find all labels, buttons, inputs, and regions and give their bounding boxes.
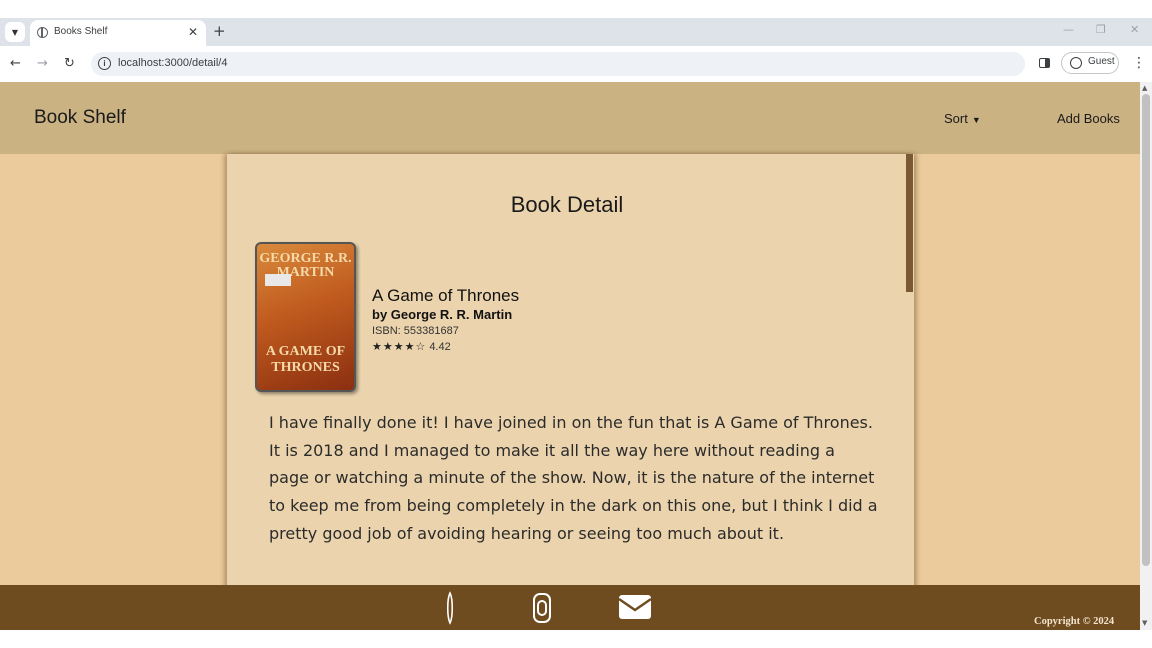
close-tab-icon[interactable]: ✕ [188,25,198,39]
book-cover-image: GEORGE R.R. MARTIN A GAME OF THRONES [255,242,356,392]
url-text: localhost:3000/detail/4 [118,57,228,69]
book-detail-panel: Book Detail GEORGE R.R. MARTIN A GAME OF… [227,154,914,594]
scrollbar-thumb[interactable] [1142,94,1150,566]
browser-toolbar: ← → ↻ i localhost:3000/detail/4 Guest ⋮ [0,46,1152,82]
add-books-link[interactable]: Add Books [1057,111,1120,126]
back-icon[interactable]: ← [10,55,21,73]
copyright-text: Copyright © 2024 [1034,616,1115,627]
globe-icon [37,27,48,38]
site-footer: Copyright © 2024 [0,585,1140,630]
book-review-text: I have finally done it! I have joined in… [269,413,878,543]
book-title: A Game of Thrones [372,286,520,305]
site-header: Book Shelf Sort ▼ Add Books [0,82,1140,154]
page-viewport: Book Shelf Sort ▼ Add Books Book Detail G… [0,82,1140,630]
menu-icon[interactable]: ⋮ [1132,55,1146,71]
book-author: by George R. R. Martin [372,307,513,322]
mail-icon[interactable] [617,591,653,627]
book-info: A Game of Thrones by George R. R. Martin… [372,286,519,355]
sort-dropdown[interactable]: Sort ▼ [944,111,981,126]
scroll-up-icon[interactable]: ▲ [1142,84,1147,92]
panel-scrollbar[interactable] [906,154,913,292]
sort-label: Sort [944,111,968,126]
scroll-down-icon[interactable]: ▼ [1142,619,1147,627]
tab-search-button[interactable]: ▼ [5,22,25,42]
book-rating: ★★★★☆ 4.42 [372,339,519,355]
restore-button[interactable]: ❐ [1096,23,1106,37]
page-title: Book Detail [510,192,624,217]
book-isbn: ISBN: 553381687 [372,325,459,337]
brand-logo[interactable]: Book Shelf [34,107,126,129]
reload-icon[interactable]: ↻ [64,55,75,73]
profile-label: Guest [1088,56,1115,67]
caret-down-icon: ▼ [971,115,981,125]
instagram-icon[interactable] [532,591,552,629]
browser-tab[interactable]: Books Shelf ✕ [30,20,206,46]
rating-value: 4.42 [429,341,451,353]
site-info-icon[interactable]: i [98,57,111,70]
browser-tab-bar: ▼ Books Shelf ✕ + — ❐ ✕ [0,18,1152,46]
minimize-button[interactable]: — [1063,23,1074,37]
star-rating-icons: ★★★★☆ [372,341,427,353]
avatar-icon [1070,57,1082,69]
cover-sticker [265,274,291,286]
new-tab-button[interactable]: + [213,21,226,41]
forward-icon[interactable]: → [37,55,48,73]
side-panel-icon[interactable] [1039,58,1050,68]
tab-title: Books Shelf [54,26,108,37]
page-scrollbar[interactable]: ▲ ▼ [1140,82,1152,630]
profile-button[interactable]: Guest [1061,52,1119,74]
address-bar[interactable]: i localhost:3000/detail/4 [91,52,1025,76]
cover-title-text: A GAME OF THRONES [265,344,346,375]
linkedin-icon[interactable] [444,591,456,629]
close-window-button[interactable]: ✕ [1130,23,1139,37]
